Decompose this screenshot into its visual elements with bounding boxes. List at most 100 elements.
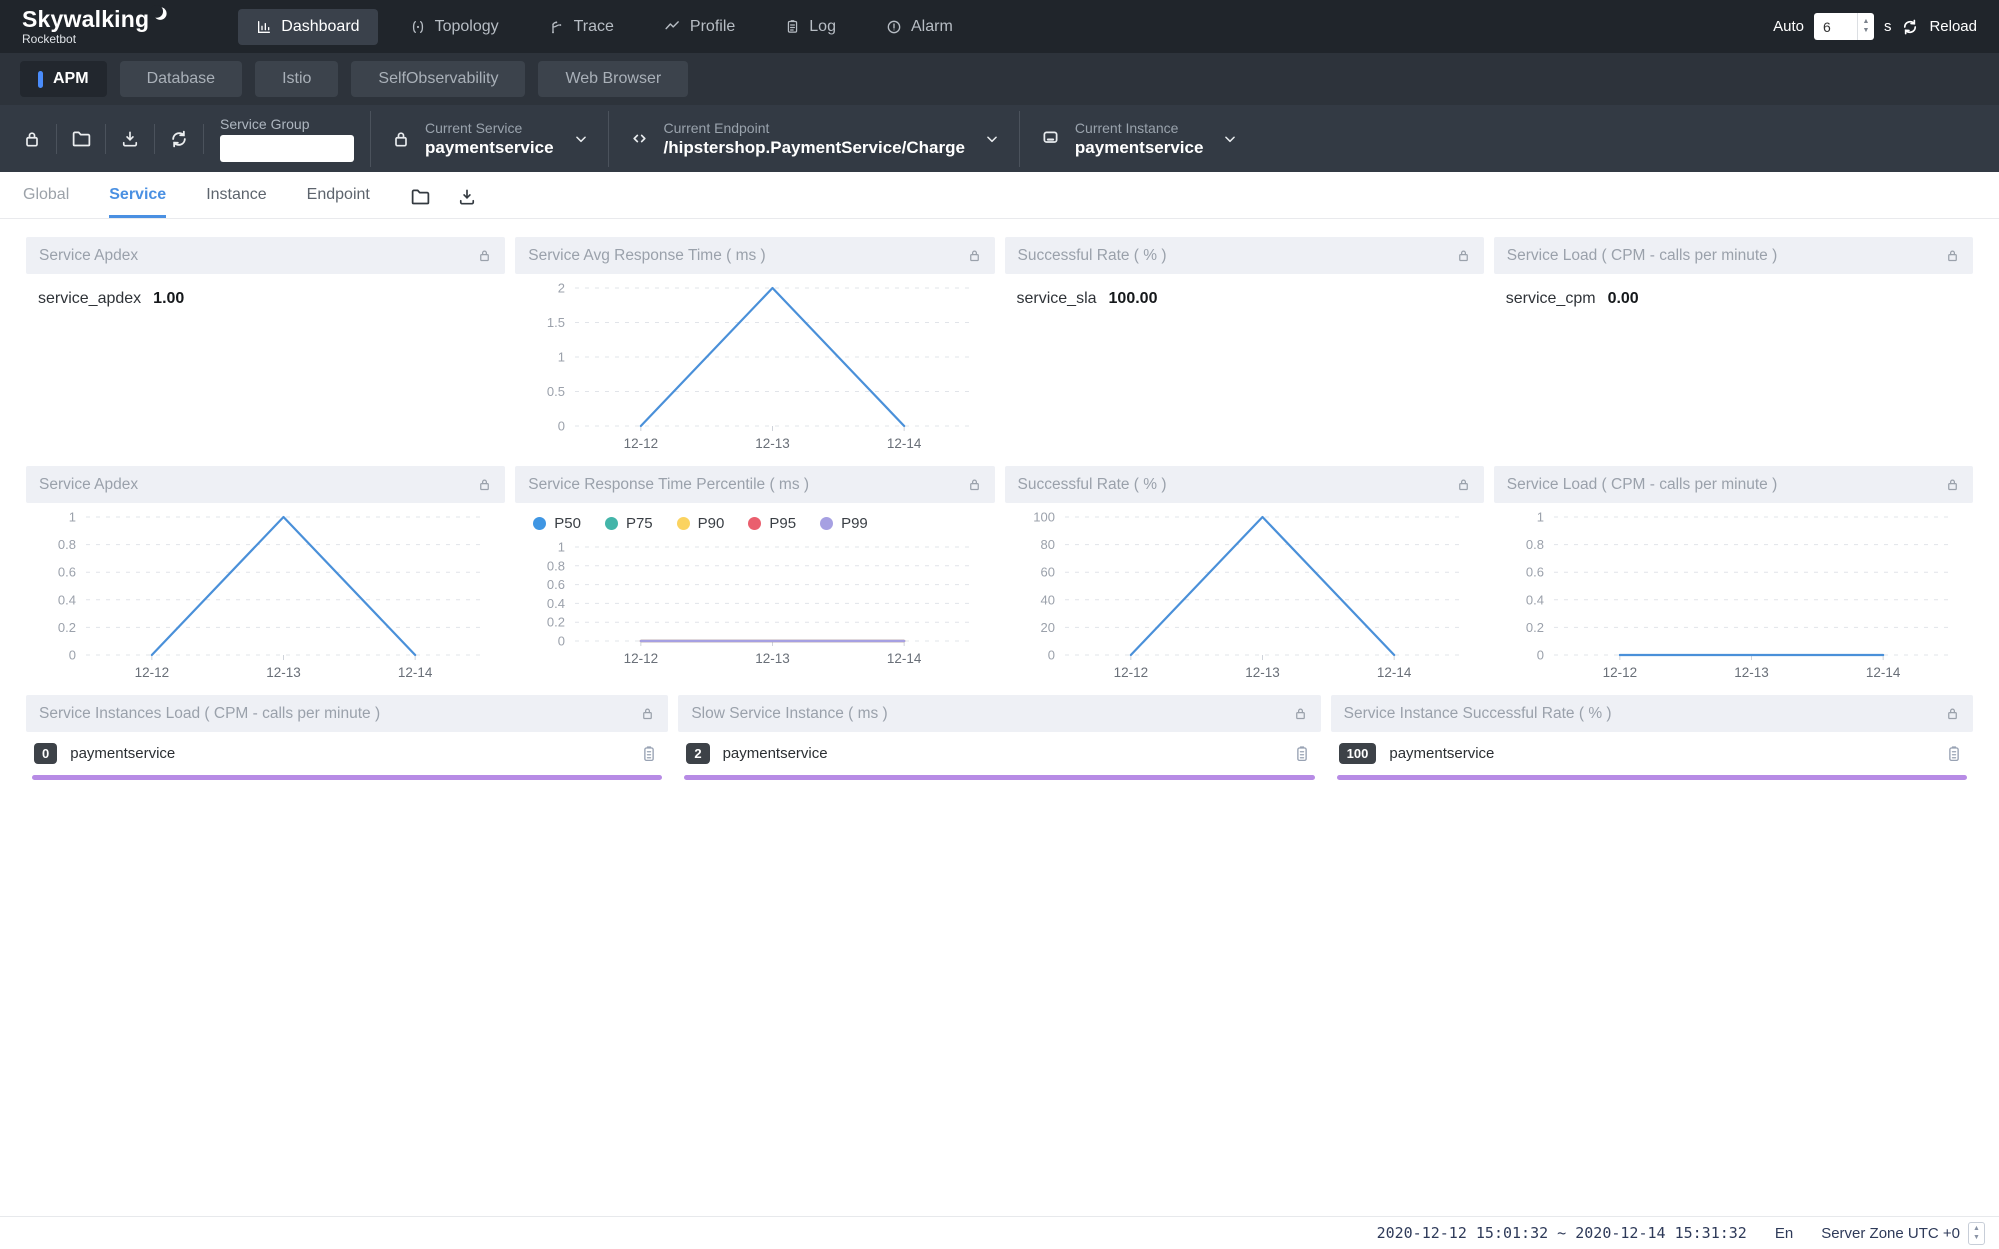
instance-list-item[interactable]: 0 paymentservice <box>26 732 668 764</box>
svg-text:0.6: 0.6 <box>547 577 565 592</box>
tab-label: Service <box>109 186 166 204</box>
current-service-selector[interactable]: Current Service paymentservice <box>371 120 608 158</box>
lock-icon[interactable] <box>967 248 982 263</box>
auto-interval-stepper[interactable]: ▲▼ <box>1857 13 1874 40</box>
language-switch[interactable]: En <box>1775 1225 1793 1242</box>
lock-icon[interactable] <box>1456 477 1471 492</box>
crescent-moon-icon <box>151 5 168 22</box>
auto-reload-controls: Auto 6 ▲▼ s Reload <box>1773 13 1977 40</box>
group-button-database[interactable]: Database <box>120 61 243 97</box>
clipboard-icon[interactable] <box>1945 745 1963 763</box>
clipboard-icon[interactable] <box>1293 745 1311 763</box>
reload-icon[interactable] <box>1901 18 1919 36</box>
current-instance-selector[interactable]: Current Instance paymentservice <box>1020 120 1258 158</box>
svg-text:12-13: 12-13 <box>755 651 790 666</box>
nav-item-profile[interactable]: Profile <box>646 9 753 45</box>
lock-templates-button[interactable] <box>8 117 56 161</box>
folder-icon <box>71 128 92 149</box>
selector-value: paymentservice <box>425 138 554 158</box>
svg-text:0.2: 0.2 <box>547 615 565 630</box>
tab-label: Endpoint <box>307 186 370 204</box>
legend-label: P50 <box>554 515 581 532</box>
nav-item-label: Trace <box>574 18 614 36</box>
svg-text:12-12: 12-12 <box>1113 665 1148 680</box>
svg-text:0.2: 0.2 <box>58 620 76 635</box>
clipboard-icon[interactable] <box>640 745 658 763</box>
instance-name: paymentservice <box>70 745 640 762</box>
refresh-icon <box>169 129 189 149</box>
lock-icon[interactable] <box>640 706 655 721</box>
chevron-down-icon <box>985 132 999 146</box>
tab-instance[interactable]: Instance <box>206 172 266 218</box>
group-button-selfobservability[interactable]: SelfObservability <box>351 61 525 97</box>
lock-icon[interactable] <box>1945 477 1960 492</box>
svg-text:12-14: 12-14 <box>398 665 433 680</box>
group-button-istio[interactable]: Istio <box>255 61 338 97</box>
tab-endpoint[interactable]: Endpoint <box>307 172 370 218</box>
svg-text:12-12: 12-12 <box>135 665 170 680</box>
legend-item-p95[interactable]: P95 <box>748 515 796 532</box>
nav-item-trace[interactable]: Trace <box>531 9 632 45</box>
metric-value: 1.00 <box>153 290 184 308</box>
panel-title: Successful Rate ( % ) <box>1018 247 1167 265</box>
import-template-button[interactable] <box>57 117 105 161</box>
server-zone-label: Server Zone UTC +0 <box>1821 1225 1960 1242</box>
svg-text:12-13: 12-13 <box>1245 665 1280 680</box>
selector-value: paymentservice <box>1075 138 1204 158</box>
tab-global[interactable]: Global <box>23 172 69 218</box>
nav-item-log[interactable]: Log <box>767 9 854 45</box>
server-zone-stepper[interactable]: ▲▼ <box>1968 1222 1985 1245</box>
line-chart-service-apdex: 00.20.40.60.8112-1212-1312-14 <box>26 503 505 685</box>
group-button-web-browser[interactable]: Web Browser <box>538 61 688 97</box>
nav-item-label: Profile <box>690 18 735 36</box>
instance-value-bar <box>684 775 1314 780</box>
lock-icon[interactable] <box>1945 706 1960 721</box>
tab-service[interactable]: Service <box>109 172 166 218</box>
server-zone-control: Server Zone UTC +0 ▲▼ <box>1821 1222 1985 1245</box>
svg-text:0: 0 <box>1047 648 1054 663</box>
time-range-picker[interactable]: 2020-12-12 15:01:32 ~ 2020-12-14 15:31:3… <box>1377 1224 1747 1242</box>
brand-logo[interactable]: Skywalking Rocketbot <box>22 8 168 45</box>
lock-icon[interactable] <box>967 477 982 492</box>
nav-item-topology[interactable]: Topology <box>392 9 517 45</box>
lock-icon[interactable] <box>477 248 492 263</box>
export-template-button[interactable] <box>106 117 154 161</box>
panel-row-1: Service Apdex service_apdex 1.00 Service… <box>26 237 1973 456</box>
nav-item-label: Alarm <box>911 18 953 36</box>
dashboard-icon <box>256 19 272 35</box>
svg-text:0.6: 0.6 <box>1526 565 1544 580</box>
reload-button[interactable]: Reload <box>1929 18 1977 35</box>
import-dashboard-button[interactable] <box>410 172 431 218</box>
group-button-apm[interactable]: APM <box>20 61 107 97</box>
metric-value: 100.00 <box>1109 290 1158 308</box>
panel-instance-successful-rate: Service Instance Successful Rate ( % ) 1… <box>1331 695 1973 784</box>
lock-icon[interactable] <box>1293 706 1308 721</box>
refresh-templates-button[interactable] <box>155 117 203 161</box>
line-chart-service-load: 00.20.40.60.8112-1212-1312-14 <box>1494 503 1973 685</box>
lock-icon[interactable] <box>477 477 492 492</box>
instance-list-item[interactable]: 100 paymentservice <box>1331 732 1973 764</box>
auto-interval-input[interactable]: 6 ▲▼ <box>1814 13 1874 40</box>
instance-list-item[interactable]: 2 paymentservice <box>678 732 1320 764</box>
legend-item-p50[interactable]: P50 <box>533 515 581 532</box>
current-endpoint-selector[interactable]: Current Endpoint /hipstershop.PaymentSer… <box>609 120 1019 158</box>
lock-icon[interactable] <box>1456 248 1471 263</box>
svg-text:12-14: 12-14 <box>1866 665 1901 680</box>
panel-slow-instance: Slow Service Instance ( ms ) 2 paymentse… <box>678 695 1320 784</box>
legend-dot <box>677 517 690 530</box>
nav-item-alarm[interactable]: Alarm <box>868 9 971 45</box>
download-icon <box>120 129 140 149</box>
line-chart-successful-rate: 02040608010012-1212-1312-14 <box>1005 503 1484 685</box>
percentile-legend[interactable]: P50 P75 P90 P95 <box>515 503 994 529</box>
panel-row-2: Service Apdex 00.20.40.60.8112-1212-1312… <box>26 466 1973 685</box>
service-group-input[interactable] <box>220 135 354 162</box>
svg-text:0: 0 <box>558 419 565 434</box>
lock-icon[interactable] <box>1945 248 1960 263</box>
legend-item-p90[interactable]: P90 <box>677 515 725 532</box>
svg-text:1: 1 <box>558 350 565 365</box>
legend-item-p99[interactable]: P99 <box>820 515 868 532</box>
export-dashboard-button[interactable] <box>457 172 477 218</box>
nav-item-dashboard[interactable]: Dashboard <box>238 9 377 45</box>
legend-dot <box>605 517 618 530</box>
legend-item-p75[interactable]: P75 <box>605 515 653 532</box>
